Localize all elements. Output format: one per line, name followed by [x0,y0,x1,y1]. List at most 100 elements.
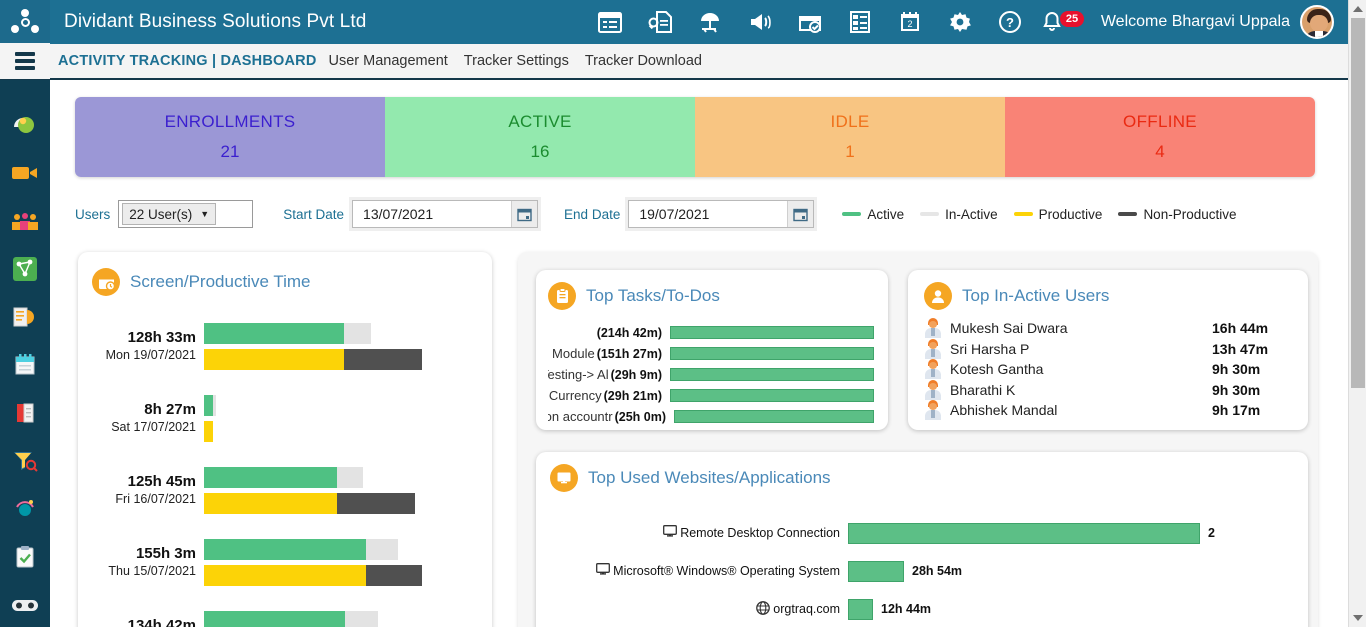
calendar-check-icon[interactable] [785,0,835,44]
report-list-icon[interactable] [835,0,885,44]
scrollbar-thumb[interactable] [1351,18,1365,388]
app-logo[interactable] [0,0,50,44]
row-bars [204,466,474,514]
stat-card-offline[interactable]: OFFLINE 4 [1005,97,1315,177]
row-date: Fri 16/07/2021 [115,492,196,506]
nav-item-tracker-download[interactable]: Tracker Download [585,53,718,69]
task-duration: (151h 27m) [596,346,662,361]
calendar-date-icon[interactable]: 2 [885,0,935,44]
stat-card-enrollments[interactable]: ENROLLMENTS 21 [75,97,385,177]
document-search-icon[interactable] [635,0,685,44]
task-bar [670,389,874,402]
funnel-search-icon[interactable] [10,446,40,476]
legend-item-active: Active [842,207,904,222]
inactive-user-row: Kotesh Gantha 9h 30m [924,359,1290,380]
dashboard-page: Dividant Business Solutions Pvt Ltd 2 ? … [0,0,1366,627]
panel-screen-productive-time: Screen/Productive Time 128h 33m Mon 19/0… [78,252,492,627]
segment-inactive [344,322,371,344]
app-bar [848,560,904,582]
row-date: Mon 19/07/2021 [105,348,196,362]
user-inactive-time: 9h 30m [1212,361,1261,378]
megaphone-icon[interactable] [735,0,785,44]
vertical-scrollbar[interactable] [1348,0,1366,627]
task-name: Manual Testing-> Al.. [548,367,609,382]
bell-icon [1043,11,1061,31]
stat-label: ENROLLMENTS [164,112,296,131]
segment-inactive [345,610,378,627]
inactive-user-row: Sri Harsha P 13h 47m [924,338,1290,360]
top-bar: Dividant Business Solutions Pvt Ltd 2 ? … [0,0,1348,44]
nav-item-activity-tracking-dashboard[interactable]: ACTIVITY TRACKING | DASHBOARD [58,53,329,69]
user-name: Abhishek Mandal [950,402,1058,419]
nav-item-tracker-settings[interactable]: Tracker Settings [464,53,585,69]
legend-label: Productive [1038,206,1103,222]
notebook-icon[interactable] [10,350,40,380]
row-bars [204,322,474,370]
bar-screen-time [204,610,474,627]
task-row: Working on Currency.. (29h 21m) [548,385,874,406]
user-inactive-time: 16h 44m [1212,320,1269,337]
stat-card-active[interactable]: ACTIVE 16 [385,97,695,177]
avatar[interactable] [1300,5,1334,39]
user-name: Kotesh Gantha [950,361,1044,378]
notifications-button[interactable]: 25 [1035,0,1085,44]
user-inactive-time: 9h 30m [1212,381,1261,398]
panel-title-text: Top Used Websites/Applications [588,468,831,487]
calendar-list-icon[interactable] [585,0,635,44]
scroll-down-button[interactable] [1349,609,1366,627]
umbrella-beach-icon[interactable] [685,0,735,44]
app-duration: 28h 54m [912,564,963,578]
users-label: Users [75,206,111,222]
segment-active [204,394,213,416]
clipboard-icon [548,282,576,310]
network-chart-icon[interactable] [10,254,40,284]
stat-value: 4 [1155,142,1165,161]
help-circle-icon[interactable]: ? [985,0,1035,44]
segment-nonproductive [337,492,415,514]
calendar-picker-icon[interactable] [787,201,814,227]
app-row: Microsoft® Windows® Operating System 28h… [550,552,1294,590]
legend-swatch [1118,212,1138,216]
scroll-up-button[interactable] [1349,0,1366,18]
users-select[interactable]: 22 User(s) ▼ [118,200,254,228]
app-bar [848,522,1200,544]
screen-time-row: 128h 33m Mon 19/07/2021 [92,310,474,382]
legend-swatch [1013,212,1033,216]
user-avatar-icon [924,318,942,339]
calendar-picker-icon[interactable] [511,201,538,227]
gear-icon[interactable] [935,0,985,44]
nav-items: ACTIVITY TRACKING | DASHBOARD User Manag… [50,53,718,69]
clipboard-check-icon[interactable] [10,542,40,572]
user-avatar-icon [924,379,942,400]
photos-icon[interactable] [10,110,40,140]
bar-screen-time [204,394,474,416]
task-bar [670,368,874,381]
legend-label: Active [867,206,905,222]
end-date-field[interactable]: 19/07/2021 [628,200,815,228]
panel-title: Top Tasks/To-Dos [548,282,874,310]
nav-item-user-management[interactable]: User Management [329,53,464,69]
welcome-text: Welcome Bhargavi Uppala [1100,13,1290,30]
row-total: 134h 42m [127,617,196,627]
globe-target-icon[interactable] [10,494,40,524]
stat-card-idle[interactable]: IDLE 1 [695,97,1005,177]
segment-active [204,538,366,560]
legend-item-productive: Productive [1013,206,1103,222]
row-total: 8h 27m [144,401,196,418]
segment-active [204,466,337,488]
start-date-value: 13/07/2021 [363,206,434,222]
people-logo-icon [11,9,39,35]
chevron-down-icon: ▼ [200,209,210,219]
hamburger-menu-icon[interactable] [0,43,50,79]
team-users-icon[interactable] [10,206,40,236]
legend-swatch [842,212,862,216]
calendar-red-icon[interactable] [10,398,40,428]
video-camera-icon[interactable] [10,158,40,188]
start-date-label: Start Date [283,206,345,222]
payroll-icon[interactable] [10,302,40,332]
bar-screen-time [204,322,474,344]
start-date-field[interactable]: 13/07/2021 [352,200,539,228]
game-controller-icon[interactable] [10,590,40,620]
task-duration: (29h 21m) [603,388,662,403]
task-bar [670,347,874,360]
